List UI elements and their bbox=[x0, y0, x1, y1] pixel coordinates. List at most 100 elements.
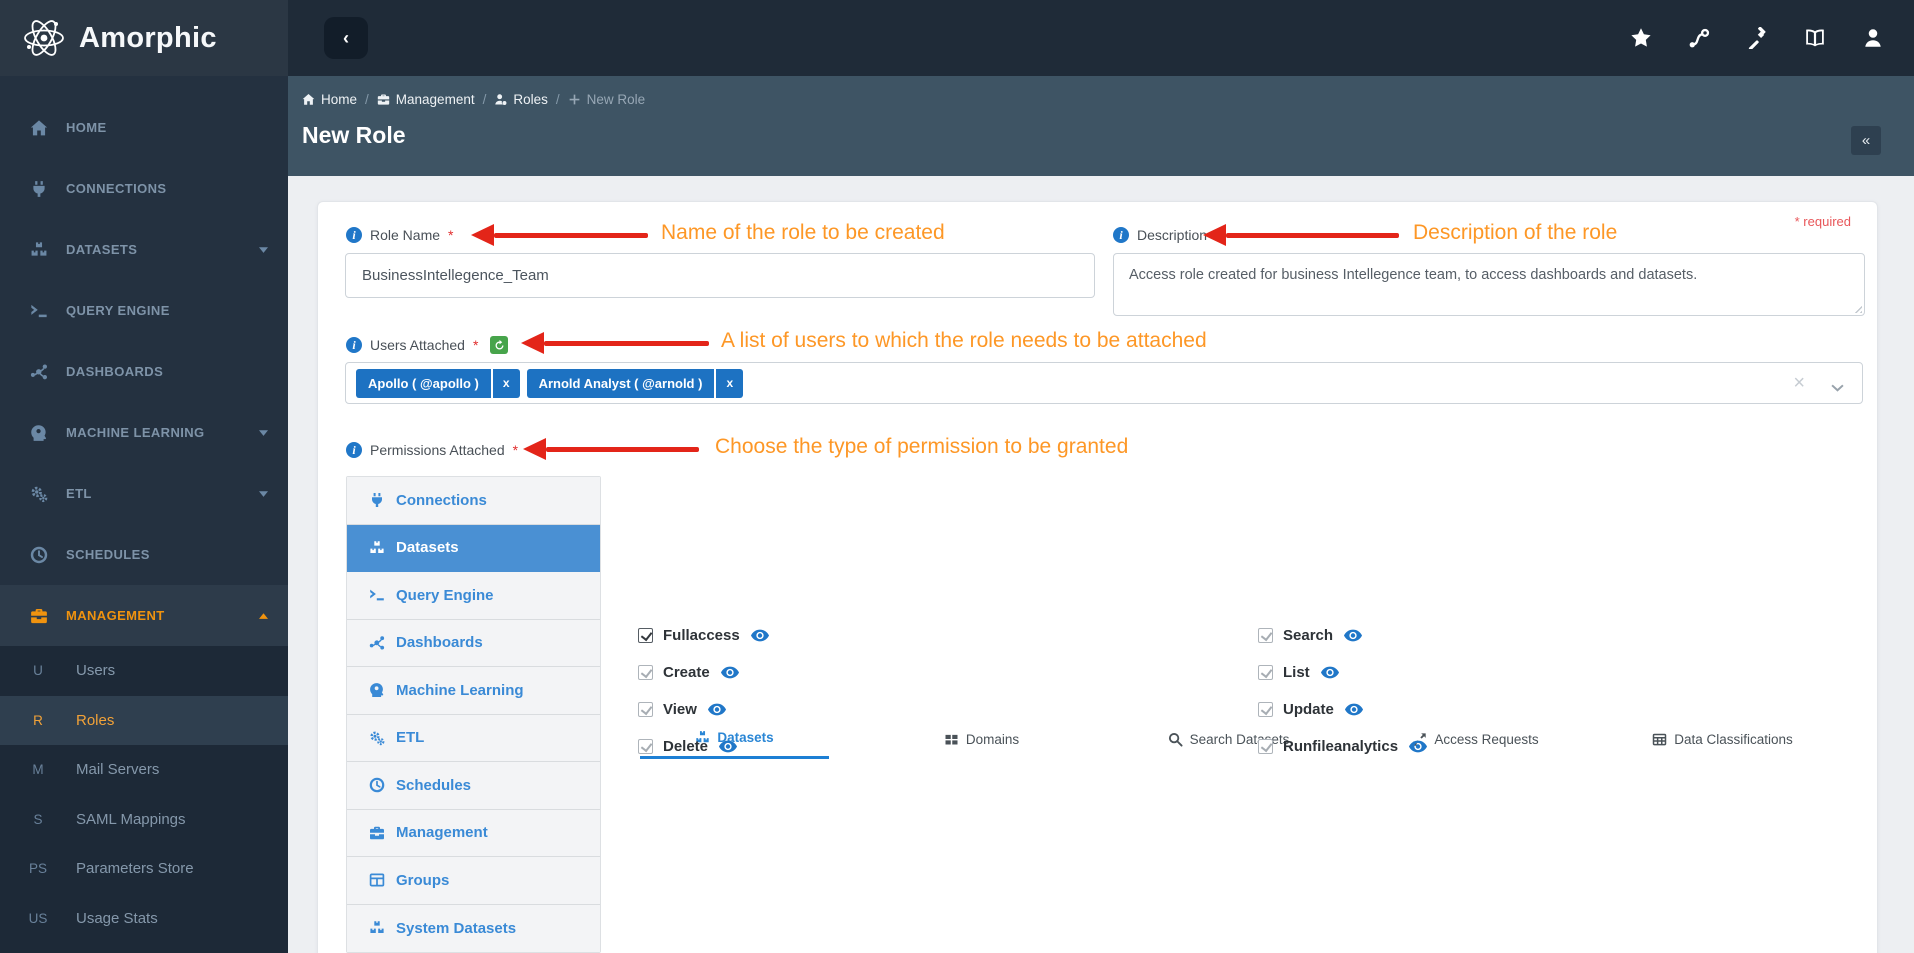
subitem-abbr: US bbox=[28, 910, 48, 926]
gears-icon bbox=[369, 730, 385, 746]
star-icon[interactable] bbox=[1630, 27, 1652, 49]
annotation-text: Description of the role bbox=[1413, 221, 1618, 244]
permission-category-machine-learning[interactable]: Machine Learning bbox=[347, 667, 600, 715]
permission-category-schedules[interactable]: Schedules bbox=[347, 762, 600, 810]
refresh-users-icon[interactable] bbox=[490, 336, 509, 354]
permission-category-datasets[interactable]: Datasets bbox=[347, 524, 600, 572]
tab-data-classifications[interactable]: Data Classifications bbox=[1599, 722, 1846, 759]
eye-icon[interactable] bbox=[750, 629, 770, 642]
subitem-label: Parameters Store bbox=[76, 860, 194, 878]
sidebar-item-etl[interactable]: ETL bbox=[0, 463, 288, 524]
sidebar: HOME CONNECTIONS DATASETS QUERY ENGINE D… bbox=[0, 76, 288, 953]
sidebar-subitem-roles[interactable]: R Roles bbox=[0, 695, 288, 745]
info-icon[interactable]: i bbox=[346, 227, 362, 243]
breadcrumb-management[interactable]: Management bbox=[377, 92, 475, 107]
gavel-icon[interactable] bbox=[1746, 27, 1768, 49]
permission-category-management[interactable]: Management bbox=[347, 809, 600, 857]
checkbox-checked-icon[interactable] bbox=[1258, 665, 1273, 680]
checkbox-checked-icon[interactable] bbox=[638, 665, 653, 680]
navbar-actions bbox=[1630, 0, 1884, 76]
checkbox-checked-icon[interactable] bbox=[638, 702, 653, 717]
subitem-label: Roles bbox=[76, 711, 115, 729]
eye-icon[interactable] bbox=[1320, 666, 1340, 679]
eye-icon[interactable] bbox=[1344, 703, 1364, 716]
sidebar-main-nav: HOME CONNECTIONS DATASETS QUERY ENGINE D… bbox=[0, 76, 288, 646]
main-area: * required i Role Name * Name of the rol… bbox=[288, 176, 1914, 953]
select-controls: × bbox=[1793, 373, 1852, 393]
info-icon[interactable]: i bbox=[1113, 227, 1129, 243]
permission-category-query-engine[interactable]: Query Engine bbox=[347, 572, 600, 620]
permission-option-search: Search bbox=[1258, 627, 1363, 644]
category-label: Schedules bbox=[396, 776, 472, 794]
sidebar-item-datasets[interactable]: DATASETS bbox=[0, 219, 288, 280]
sidebar-item-home[interactable]: HOME bbox=[0, 97, 288, 158]
role-name-input[interactable] bbox=[345, 253, 1095, 298]
sidebar-subitem-saml-mappings[interactable]: S SAML Mappings bbox=[0, 795, 288, 845]
category-label: Connections bbox=[396, 491, 487, 509]
book-icon[interactable] bbox=[1804, 27, 1826, 49]
checkbox-checked-icon[interactable] bbox=[1258, 628, 1273, 643]
checkbox-checked-icon[interactable] bbox=[638, 739, 653, 754]
caret-down-icon bbox=[259, 430, 268, 436]
ml-head-icon bbox=[24, 424, 54, 442]
user-icon[interactable] bbox=[1862, 27, 1884, 49]
remove-tag-button[interactable]: x bbox=[490, 368, 520, 398]
eye-icon[interactable] bbox=[720, 666, 740, 679]
ml-head-icon bbox=[369, 682, 385, 698]
breadcrumb-separator: / bbox=[555, 92, 560, 107]
sidebar-management-submenu: U Users R Roles M Mail Servers S SAML Ma… bbox=[0, 646, 288, 953]
chevron-down-icon[interactable] bbox=[1831, 379, 1844, 387]
eye-icon[interactable] bbox=[707, 703, 727, 716]
annotation-text: Choose the type of permission to be gran… bbox=[715, 435, 1129, 458]
sidebar-subitem-parameters-store[interactable]: PS Parameters Store bbox=[0, 844, 288, 894]
user-tag: Apollo ( @apollo ) x bbox=[356, 368, 520, 398]
checkbox-checked-icon[interactable] bbox=[1258, 739, 1273, 754]
subitem-label: Usage Stats bbox=[76, 909, 158, 927]
caret-up-icon bbox=[259, 613, 268, 619]
sidebar-subitem-users[interactable]: U Users bbox=[0, 646, 288, 696]
checkbox-checked-icon[interactable] bbox=[1258, 702, 1273, 717]
sidebar-item-dashboards[interactable]: DASHBOARDS bbox=[0, 341, 288, 402]
content-header: Home / Management / Roles / New Role New… bbox=[288, 76, 1914, 176]
top-navbar: Amorphic ‹ bbox=[0, 0, 1914, 76]
info-icon[interactable]: i bbox=[346, 337, 362, 353]
breadcrumb-roles[interactable]: Roles bbox=[494, 92, 548, 107]
sidebar-item-connections[interactable]: CONNECTIONS bbox=[0, 158, 288, 219]
subitem-label: SAML Mappings bbox=[76, 810, 186, 828]
permission-category-system-datasets[interactable]: System Datasets bbox=[347, 904, 600, 952]
sidebar-item-schedules[interactable]: SCHEDULES bbox=[0, 524, 288, 585]
sidebar-item-label: DASHBOARDS bbox=[66, 364, 164, 379]
tab-label: Access Requests bbox=[1434, 731, 1539, 747]
description-textarea[interactable]: Access role created for business Intelle… bbox=[1113, 253, 1865, 316]
eye-icon[interactable] bbox=[1343, 629, 1363, 642]
checkbox-checked-icon[interactable] bbox=[638, 628, 653, 643]
brand-name: Amorphic bbox=[79, 21, 217, 54]
sidebar-item-query-engine[interactable]: QUERY ENGINE bbox=[0, 280, 288, 341]
sidebar-subitem-usage-stats[interactable]: US Usage Stats bbox=[0, 894, 288, 944]
permission-category-connections[interactable]: Connections bbox=[347, 477, 600, 525]
tab-domains[interactable]: Domains bbox=[858, 722, 1105, 759]
sidebar-item-machine-learning[interactable]: MACHINE LEARNING bbox=[0, 402, 288, 463]
home-icon bbox=[24, 119, 54, 137]
eye-icon[interactable] bbox=[1408, 740, 1428, 753]
collapse-panel-button[interactable]: « bbox=[1851, 126, 1881, 155]
clear-selection-icon[interactable]: × bbox=[1793, 373, 1805, 393]
permission-option-update: Update bbox=[1258, 701, 1364, 718]
route-icon[interactable] bbox=[1688, 27, 1710, 49]
info-icon[interactable]: i bbox=[346, 442, 362, 458]
sidebar-collapse-button[interactable]: ‹ bbox=[324, 17, 368, 59]
users-attached-select[interactable]: Apollo ( @apollo ) x Arnold Analyst ( @a… bbox=[345, 362, 1863, 404]
subitem-label: Mail Servers bbox=[76, 761, 160, 779]
required-asterisk: * bbox=[472, 337, 479, 353]
remove-tag-button[interactable]: x bbox=[714, 368, 743, 398]
sidebar-item-label: SCHEDULES bbox=[66, 547, 150, 562]
required-note: * required bbox=[1794, 214, 1851, 229]
sidebar-item-management[interactable]: MANAGEMENT bbox=[0, 585, 288, 646]
sidebar-subitem-mail-servers[interactable]: M Mail Servers bbox=[0, 745, 288, 795]
breadcrumb-home[interactable]: Home bbox=[302, 92, 357, 107]
annotation-text: Name of the role to be created bbox=[661, 221, 945, 244]
permission-category-dashboards[interactable]: Dashboards bbox=[347, 619, 600, 667]
permission-category-etl[interactable]: ETL bbox=[347, 714, 600, 762]
eye-icon[interactable] bbox=[718, 740, 738, 753]
permission-category-groups[interactable]: Groups bbox=[347, 857, 600, 905]
